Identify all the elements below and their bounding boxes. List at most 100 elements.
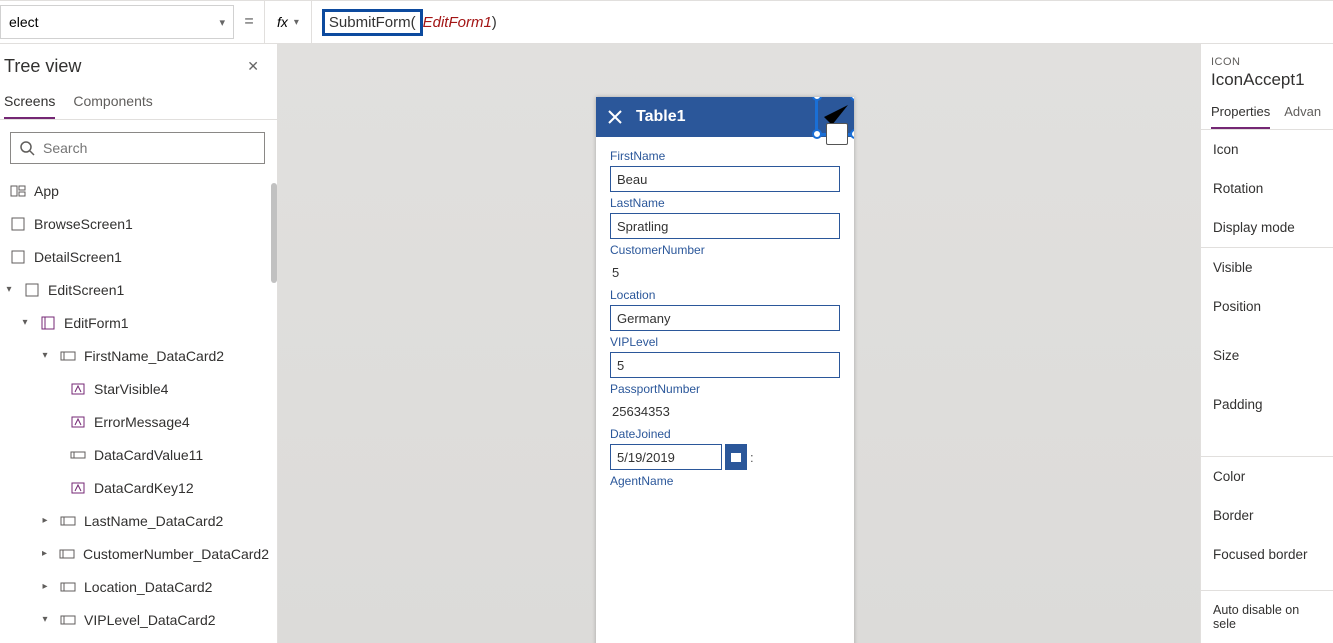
control-name: IconAccept1 <box>1211 70 1323 90</box>
datacard-icon <box>59 546 75 562</box>
field-label: LastName <box>610 196 840 210</box>
prop-position[interactable]: Position <box>1201 287 1333 326</box>
datejoined-input[interactable]: 5/19/2019 <box>610 444 722 470</box>
resize-handle[interactable] <box>850 129 854 139</box>
close-icon[interactable]: ✕ <box>243 54 263 79</box>
form-header: Table1 ✥ <box>596 97 854 137</box>
datacard-icon <box>60 513 76 529</box>
tree-item-detailscreen[interactable]: DetailScreen1 <box>0 240 277 273</box>
scrollbar[interactable] <box>271 183 277 283</box>
tree-item-label: EditScreen1 <box>48 282 124 298</box>
prop-focused-border[interactable]: Focused border <box>1201 535 1333 574</box>
tree-search[interactable] <box>10 132 265 164</box>
firstname-input[interactable]: Beau <box>610 166 840 192</box>
customernumber-value: 5 <box>610 260 840 284</box>
screen-icon <box>24 282 40 298</box>
tree-item-customernumber-datacard[interactable]: ▸ CustomerNumber_DataCard2 <box>0 537 277 570</box>
field-label: CustomerNumber <box>610 243 840 257</box>
control-type-label: ICON <box>1211 56 1323 68</box>
tree-item-label: App <box>34 183 59 199</box>
tree-item-viplevel-datacard[interactable]: ▾ VIPLevel_DataCard2 <box>0 603 277 636</box>
resize-handle[interactable] <box>812 129 822 139</box>
tree-view-panel: Tree view ✕ Screens Components App Brows… <box>0 44 278 643</box>
calendar-icon <box>730 451 742 463</box>
tree-item-datacardkey[interactable]: DataCardKey12 <box>0 471 277 504</box>
tree-item-datacardvalue[interactable]: DataCardValue11 <box>0 438 277 471</box>
label-icon <box>70 414 86 430</box>
close-icon[interactable] <box>606 108 624 126</box>
prop-border[interactable]: Border <box>1201 496 1333 535</box>
label-icon <box>70 381 86 397</box>
chevron-right-icon[interactable]: ▸ <box>38 581 52 592</box>
tree-item-editscreen[interactable]: ▾ EditScreen1 <box>0 273 277 306</box>
field-label: FirstName <box>610 149 840 163</box>
tab-components[interactable]: Components <box>73 93 152 119</box>
formula-bar: elect ▾ = fx ▾ SubmitForm(EditForm1) <box>0 0 1333 44</box>
prop-display-mode[interactable]: Display mode <box>1201 208 1333 247</box>
prop-rotation[interactable]: Rotation <box>1201 169 1333 208</box>
chevron-down-icon[interactable]: ▾ <box>38 350 52 361</box>
tree-item-browsescreen[interactable]: BrowseScreen1 <box>0 207 277 240</box>
props-tabs: Properties Advan <box>1201 96 1333 130</box>
chevron-down-icon[interactable]: ▾ <box>38 614 52 625</box>
field-label: AgentName <box>610 474 840 488</box>
tree-item-label: DataCardKey12 <box>94 480 194 496</box>
property-selector[interactable]: elect ▾ <box>0 5 234 39</box>
prop-size[interactable]: Size <box>1201 326 1333 375</box>
tree-item-location-datacard[interactable]: ▸ Location_DataCard2 <box>0 570 277 603</box>
chevron-right-icon[interactable]: ▸ <box>38 515 52 526</box>
viplevel-input[interactable]: 5 <box>610 352 840 378</box>
prop-color[interactable]: Color <box>1201 457 1333 496</box>
main-area: Tree view ✕ Screens Components App Brows… <box>0 44 1333 643</box>
formula-input[interactable]: SubmitForm(EditForm1) <box>312 9 1333 36</box>
formula-close-paren: ) <box>492 14 497 31</box>
calendar-button[interactable] <box>725 444 747 470</box>
tree-item-errormessage[interactable]: ErrorMessage4 <box>0 405 277 438</box>
equals-sign: = <box>234 13 264 31</box>
tree-item-label: Location_DataCard2 <box>84 579 212 595</box>
field-label: DateJoined <box>610 427 840 441</box>
tree-item-label: StarVisible4 <box>94 381 168 397</box>
prop-auto-disable[interactable]: Auto disable on sele <box>1201 591 1333 643</box>
form-icon <box>40 315 56 331</box>
prop-icon[interactable]: Icon <box>1201 130 1333 169</box>
location-input[interactable]: Germany <box>610 305 840 331</box>
tree-item-starvisible[interactable]: StarVisible4 <box>0 372 277 405</box>
label-icon <box>70 480 86 496</box>
tree-item-label: CustomerNumber_DataCard2 <box>83 546 269 562</box>
fx-label: fx <box>277 14 288 30</box>
tree-item-lastname-datacard[interactable]: ▸ LastName_DataCard2 <box>0 504 277 537</box>
property-selector-value: elect <box>9 14 39 30</box>
canvas[interactable]: Table1 ✥ FirstName Beau LastName Spratli… <box>278 44 1200 643</box>
chevron-down-icon: ▾ <box>219 16 225 29</box>
prop-padding[interactable]: Padding <box>1201 375 1333 456</box>
form-title: Table1 <box>636 108 686 126</box>
tree-item-label: DetailScreen1 <box>34 249 122 265</box>
tree-item-firstname-datacard[interactable]: ▾ FirstName_DataCard2 <box>0 339 277 372</box>
tab-screens[interactable]: Screens <box>4 93 55 119</box>
props-list: Icon Rotation Display mode Visible Posit… <box>1201 130 1333 643</box>
fx-button[interactable]: fx ▾ <box>264 1 312 43</box>
tree-item-editform[interactable]: ▾ EditForm1 <box>0 306 277 339</box>
move-cursor-icon: ✥ <box>826 123 848 145</box>
chevron-down-icon[interactable]: ▾ <box>18 317 32 328</box>
form-body: FirstName Beau LastName Spratling Custom… <box>596 137 854 499</box>
chevron-down-icon: ▾ <box>294 17 299 28</box>
tab-properties[interactable]: Properties <box>1211 104 1270 129</box>
search-input[interactable] <box>43 140 256 156</box>
tree-tabs: Screens Components <box>0 79 277 120</box>
chevron-down-icon[interactable]: ▾ <box>2 284 16 295</box>
tree-item-app[interactable]: App <box>0 174 277 207</box>
tree-list: App BrowseScreen1 DetailScreen1 ▾ EditSc… <box>0 174 277 643</box>
formula-function: SubmitForm( <box>322 9 423 36</box>
prop-visible[interactable]: Visible <box>1201 248 1333 287</box>
phone-preview: Table1 ✥ FirstName Beau LastName Spratli… <box>596 97 854 643</box>
accept-icon-selected[interactable]: ✥ <box>815 97 854 136</box>
lastname-input[interactable]: Spratling <box>610 213 840 239</box>
tab-advanced[interactable]: Advan <box>1284 104 1321 129</box>
formula-argument: EditForm1 <box>423 14 492 31</box>
passport-value: 25634353 <box>610 399 840 423</box>
chevron-right-icon[interactable]: ▸ <box>38 548 51 559</box>
tree-item-label: FirstName_DataCard2 <box>84 348 224 364</box>
textinput-icon <box>70 447 86 463</box>
